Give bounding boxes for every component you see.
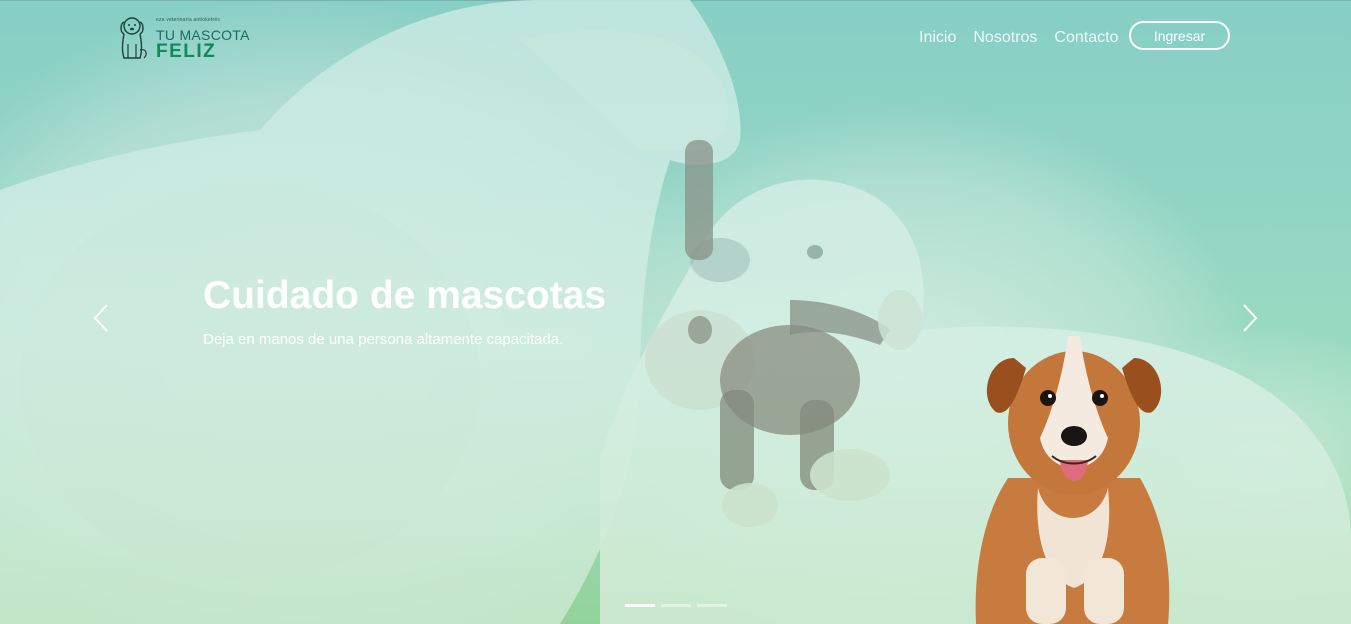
carousel-next-button[interactable] <box>1230 296 1270 340</box>
carousel-indicator-2[interactable] <box>661 604 691 607</box>
nav-link-nosotros[interactable]: Nosotros <box>973 29 1037 47</box>
carousel-prev-button[interactable] <box>81 296 121 340</box>
chevron-right-icon <box>1243 304 1258 332</box>
carousel-text: Deja en manos de una persona altamente c… <box>203 331 564 348</box>
chevron-left-icon <box>93 304 108 332</box>
carousel-indicator-3[interactable] <box>697 604 727 607</box>
nav-links: Inicio Nosotros Contacto <box>919 22 1135 54</box>
brand-name-line2: FELIZ <box>156 41 217 62</box>
carousel-indicator-1[interactable] <box>625 604 655 607</box>
login-button[interactable]: Ingresar <box>1129 21 1230 50</box>
carousel-title: Cuidado de mascotas <box>203 274 607 317</box>
brand-tagline: eza veterinaria antioketrés <box>156 17 221 23</box>
dog-logo-icon <box>120 17 147 59</box>
hero-carousel: eza veterinaria antioketrés TU MASCOTA F… <box>0 0 1351 624</box>
carousel-indicators <box>625 604 733 608</box>
nav-link-contacto[interactable]: Contacto <box>1054 29 1118 47</box>
nav-link-inicio[interactable]: Inicio <box>919 29 956 47</box>
navbar: eza veterinaria antioketrés TU MASCOTA F… <box>0 0 1351 75</box>
brand-logo-link[interactable]: eza veterinaria antioketrés TU MASCOTA F… <box>118 14 249 64</box>
puppy-image <box>975 336 1170 624</box>
